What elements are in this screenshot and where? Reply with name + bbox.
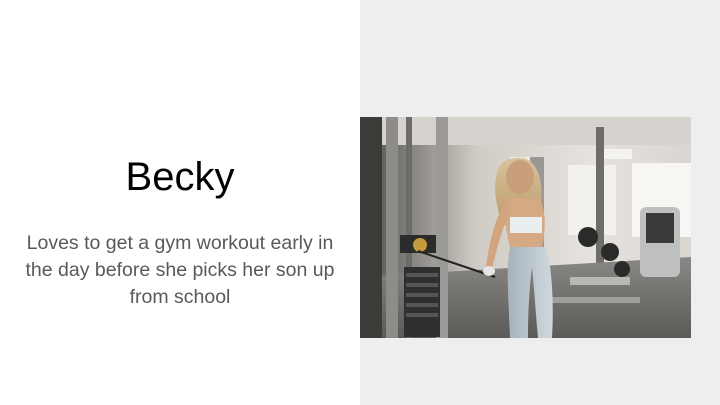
slide-title: Becky: [125, 155, 235, 199]
slide: Becky Loves to get a gym workout early i…: [0, 0, 720, 405]
slide-body-text: Loves to get a gym workout early in the …: [25, 232, 335, 308]
gym-photo: [360, 117, 691, 338]
